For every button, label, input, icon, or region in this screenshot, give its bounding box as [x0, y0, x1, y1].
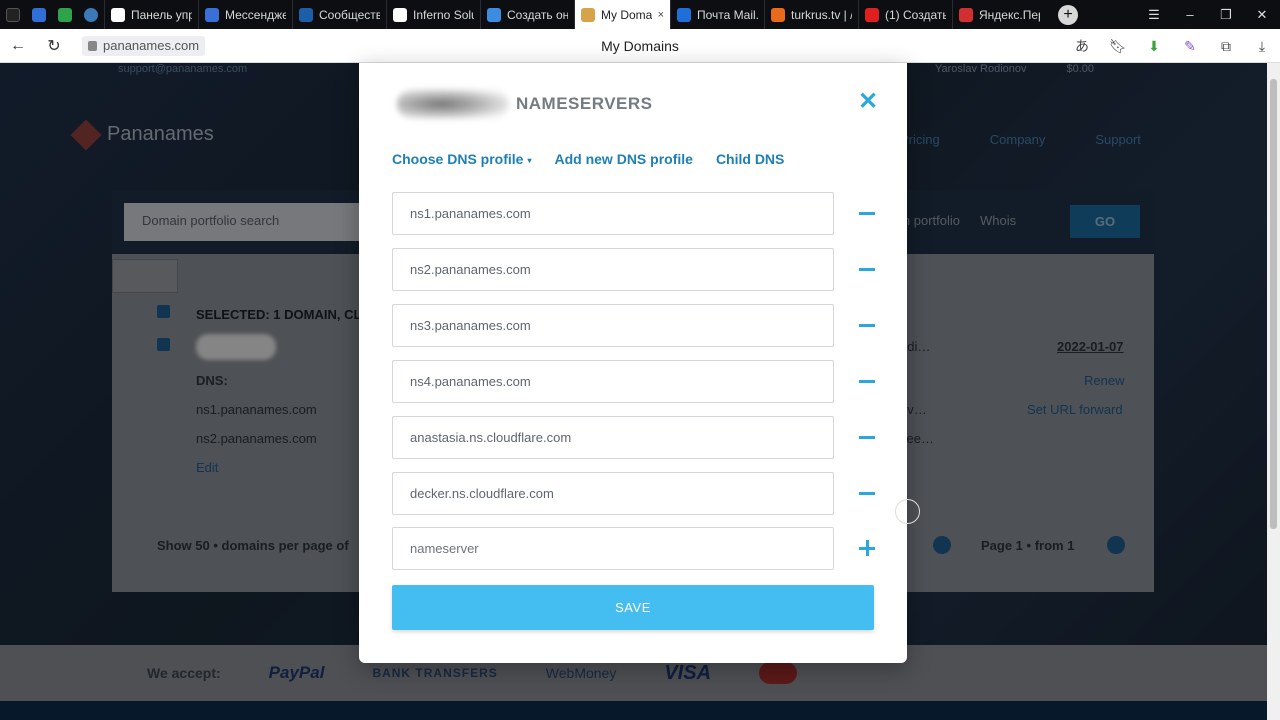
nameservers-modal: NAMESERVERS ✕ Choose DNS profile ▾ Add ne…: [359, 63, 907, 663]
tab-favicon-icon: [205, 7, 219, 22]
tab-label: My Doma: [601, 7, 652, 22]
remove-nameserver-button[interactable]: [858, 258, 876, 280]
browser-tab[interactable]: Inferno Solu: [386, 0, 480, 29]
nameserver-row: [392, 472, 892, 515]
browser-tab[interactable]: Яндекс.Пер: [952, 0, 1046, 29]
nameserver-row: [392, 416, 892, 459]
close-tab-icon[interactable]: ×: [658, 9, 664, 21]
browser-tab[interactable]: Панель упр: [104, 0, 198, 29]
tab-favicon-icon: [393, 7, 407, 22]
new-nameserver-row: [392, 527, 892, 570]
tab-favicon-icon: [865, 7, 879, 22]
minus-icon: [859, 491, 875, 495]
menu-icon[interactable]: ☰: [1136, 0, 1172, 29]
new-nameserver-input[interactable]: [392, 527, 834, 570]
lock-icon: [88, 40, 97, 51]
nameserver-row: [392, 192, 892, 235]
nameserver-row: [392, 248, 892, 291]
remove-nameserver-button[interactable]: [858, 482, 876, 504]
pinned-tab-shield[interactable]: [26, 0, 52, 29]
add-nameserver-button[interactable]: [858, 537, 876, 559]
tab-label: Яндекс.Пер: [979, 7, 1040, 22]
tab-favicon-icon: [111, 7, 125, 22]
tab-label: Мессендже: [225, 7, 286, 22]
browser-tab-bar: Панель упр Мессендже Сообществ Inferno Solu…: [0, 0, 1280, 29]
nameserver-input[interactable]: [392, 416, 834, 459]
remove-nameserver-button[interactable]: [858, 202, 876, 224]
url-text: pananames.com: [103, 38, 200, 53]
minus-icon: [859, 435, 875, 439]
page-scrollbar[interactable]: [1267, 63, 1280, 720]
nameserver-input[interactable]: [392, 248, 834, 291]
browser-tab[interactable]: (1) Создать: [858, 0, 952, 29]
minus-icon: [859, 323, 875, 327]
tab-label: Панель упр: [131, 7, 192, 22]
browser-tab[interactable]: Сообществ: [292, 0, 386, 29]
domain-name-redacted-title: [397, 89, 509, 119]
scrollbar-thumb[interactable]: [1270, 79, 1277, 529]
minus-icon: [859, 211, 875, 215]
caret-down-icon: ▾: [527, 155, 532, 165]
mouse-cursor: [895, 499, 920, 524]
close-window-icon[interactable]: ✕: [1244, 0, 1280, 29]
browser-tab[interactable]: Почта Mail.: [670, 0, 764, 29]
choose-dns-profile-dropdown[interactable]: Choose DNS profile ▾: [392, 151, 531, 167]
browser-tab[interactable]: Создать он: [480, 0, 574, 29]
minus-icon: [859, 379, 875, 383]
tab-favicon-icon: [487, 7, 501, 22]
pinned-tab-green[interactable]: [52, 0, 78, 29]
pinned-tab-globe[interactable]: [78, 0, 104, 29]
extensions-icon[interactable]: ⧉: [1208, 38, 1244, 55]
new-tab-button[interactable]: +: [1058, 4, 1078, 25]
downloads-icon[interactable]: ⤓: [1244, 38, 1280, 55]
address-bar: ← ↻ pananames.com My Domains あ 🔖︎ ⬇ ✎ ⧉ …: [0, 29, 1280, 63]
tab-label: Почта Mail.: [697, 7, 758, 22]
remove-nameserver-button[interactable]: [858, 426, 876, 448]
url-field[interactable]: pananames.com: [82, 35, 206, 56]
remove-nameserver-button[interactable]: [858, 370, 876, 392]
extension-download-icon[interactable]: ⬇: [1136, 38, 1172, 55]
modal-title: NAMESERVERS: [516, 94, 653, 113]
window-controls: ☰ – ❐ ✕: [1136, 0, 1280, 29]
save-button[interactable]: SAVE: [392, 585, 874, 630]
tab-label: turkrus.tv | /: [791, 7, 852, 22]
tab-favicon-icon: [581, 7, 595, 22]
tab-favicon-icon: [299, 7, 313, 22]
close-icon[interactable]: ✕: [857, 90, 879, 114]
nameserver-input[interactable]: [392, 472, 834, 515]
browser-tab[interactable]: My Doma ×: [574, 0, 670, 29]
tab-label: (1) Создать: [885, 7, 946, 22]
translate-icon[interactable]: あ: [1064, 36, 1100, 56]
tab-label: Inferno Solu: [413, 7, 474, 22]
add-dns-profile-link[interactable]: Add new DNS profile: [554, 151, 692, 167]
nameserver-row: [392, 360, 892, 403]
tab-favicon-icon: [677, 7, 691, 22]
tab-label: Создать он: [507, 7, 568, 22]
choose-dns-profile-label: Choose DNS profile: [392, 151, 524, 167]
bookmark-icon[interactable]: 🔖︎: [1100, 38, 1136, 55]
pinned-tab-tiktok[interactable]: [0, 0, 26, 29]
nameserver-row: [392, 304, 892, 347]
minimize-icon[interactable]: –: [1172, 0, 1208, 29]
pen-icon[interactable]: ✎: [1172, 38, 1208, 55]
tab-label: Сообществ: [319, 7, 380, 22]
dns-profile-links: Choose DNS profile ▾ Add new DNS profile …: [392, 151, 784, 167]
nameserver-input[interactable]: [392, 192, 834, 235]
plus-icon: [859, 540, 875, 556]
tab-favicon-icon: [771, 7, 785, 22]
browser-tab[interactable]: Мессендже: [198, 0, 292, 29]
tab-favicon-icon: [959, 7, 973, 22]
back-icon[interactable]: ←: [0, 29, 36, 63]
nameserver-input[interactable]: [392, 304, 834, 347]
reload-icon[interactable]: ↻: [36, 29, 72, 63]
child-dns-link[interactable]: Child DNS: [716, 151, 784, 167]
browser-tab[interactable]: turkrus.tv | /: [764, 0, 858, 29]
nameserver-input[interactable]: [392, 360, 834, 403]
restore-icon[interactable]: ❐: [1208, 0, 1244, 29]
remove-nameserver-button[interactable]: [858, 314, 876, 336]
minus-icon: [859, 267, 875, 271]
